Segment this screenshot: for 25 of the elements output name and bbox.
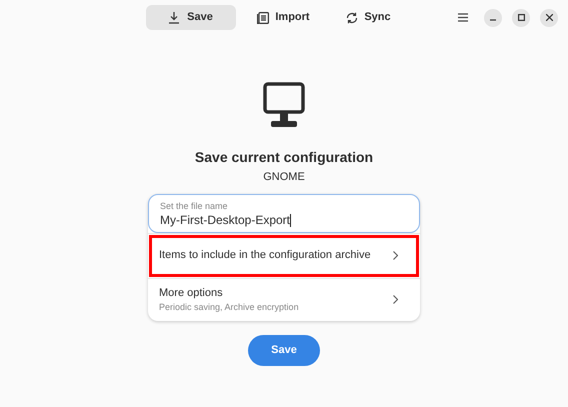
maximize-icon (518, 14, 524, 21)
list-row[interactable]: More options Periodic saving, Archive encryption (148, 278, 420, 320)
field-value: My-First-Desktop-Export (160, 212, 290, 228)
row-title: More options (159, 286, 224, 300)
close-button[interactable] (540, 8, 558, 26)
tab[interactable]: Sync (331, 5, 406, 30)
row-subtitle: Periodic saving, Archive encryption (159, 301, 299, 314)
tab[interactable]: Import (246, 5, 321, 30)
file-name-field[interactable]: Set the file name My-First-Desktop-Export (148, 194, 420, 232)
chevron-right-icon (393, 295, 398, 304)
page-title: Save current configuration (194, 148, 374, 167)
monitor-icon (263, 82, 305, 128)
sync-icon (346, 12, 358, 24)
row-title: Items to include in the configuration archive (159, 248, 371, 264)
maximize-button[interactable] (512, 8, 530, 26)
document-icon (257, 12, 270, 24)
list-row[interactable]: Items to include in the configuration archive (148, 234, 420, 278)
page-subtitle: GNOME (263, 170, 305, 185)
download-icon (169, 12, 180, 24)
close-icon (546, 14, 552, 21)
menu-icon[interactable] (458, 13, 468, 22)
field-label: Set the file name (160, 200, 229, 212)
save-button[interactable]: Save (248, 334, 320, 366)
chevron-right-icon (393, 251, 398, 260)
tab[interactable]: Save (146, 5, 236, 30)
